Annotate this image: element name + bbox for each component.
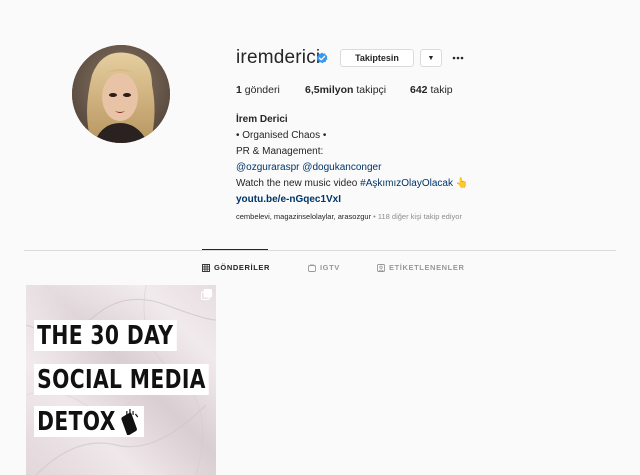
post-caption-line: SOCIAL MEDIA	[34, 364, 209, 395]
following-label: takip	[430, 84, 453, 96]
active-tab-indicator	[202, 249, 268, 250]
caret-down-icon: ▼	[427, 54, 435, 62]
post-caption-line: THE 30 DAY	[34, 320, 177, 351]
following-stat[interactable]: 642 takip	[410, 84, 453, 96]
igtv-icon	[308, 263, 316, 272]
followers-count: 6,5milyon	[305, 84, 354, 96]
website-link[interactable]: youtu.be/e-nGqec1VxI	[236, 192, 468, 208]
bio-text: Watch the new music video	[236, 178, 361, 189]
followed-by[interactable]: cembelevi, magazinselolaylar, arasozgur …	[236, 212, 462, 221]
suggestions-dropdown-button[interactable]: ▼	[420, 49, 442, 67]
bio-line: Watch the new music video #AşkımızOlayOl…	[236, 176, 468, 192]
profile-username: iremderici	[236, 47, 321, 68]
tab-label: ETİKETLENENLER	[389, 263, 465, 272]
followed-by-others: • 118 diğer kişi takip ediyor	[371, 212, 462, 221]
tabs-divider	[24, 250, 616, 251]
verified-badge-icon	[316, 52, 328, 64]
followers-stat[interactable]: 6,5milyon takipçi	[305, 84, 386, 96]
posts-stat: 1 gönderi	[236, 84, 280, 96]
avatar-photo	[72, 45, 170, 143]
more-options-button[interactable]	[450, 49, 466, 67]
post-thumbnail[interactable]: THE 30 DAY SOCIAL MEDIA DETOX	[26, 285, 216, 475]
full-name: İrem Derici	[236, 114, 288, 125]
tab-tagged[interactable]: ETİKETLENENLER	[377, 263, 465, 272]
carousel-icon	[201, 289, 212, 300]
posts-count: 1	[236, 84, 242, 96]
profile-avatar[interactable]	[72, 45, 170, 143]
following-button[interactable]: Takiptesin	[340, 49, 414, 67]
pointing-up-icon: 👆	[455, 178, 469, 189]
bio-mentions: @ozguraraspr @dogukanconger	[236, 160, 468, 176]
bio-line: PR & Management:	[236, 146, 324, 157]
hashtag-link[interactable]: #AşkımızOlayOlacak	[360, 178, 453, 189]
following-count: 642	[410, 84, 428, 96]
profile-bio: İrem Derici • Organised Chaos • PR & Man…	[236, 112, 468, 208]
followers-label: takipçi	[356, 84, 387, 96]
phone-cross-icon	[121, 409, 139, 435]
grid-icon	[202, 263, 210, 272]
bio-line: • Organised Chaos •	[236, 130, 327, 141]
tab-posts[interactable]: GÖNDERİLER	[202, 263, 270, 272]
mention-link[interactable]: @dogukanconger	[302, 162, 381, 173]
more-horizontal-icon	[452, 56, 464, 60]
tab-label: IGTV	[320, 263, 340, 272]
post-caption-line: DETOX	[34, 406, 144, 437]
posts-label: gönderi	[244, 84, 280, 96]
tab-igtv[interactable]: IGTV	[308, 263, 340, 272]
tab-label: GÖNDERİLER	[214, 263, 271, 272]
tagged-icon	[377, 263, 385, 272]
followed-by-users: cembelevi, magazinselolaylar, arasozgur	[236, 212, 372, 221]
mention-link[interactable]: @ozguraraspr	[236, 162, 300, 173]
post-caption-text: DETOX	[37, 407, 116, 437]
